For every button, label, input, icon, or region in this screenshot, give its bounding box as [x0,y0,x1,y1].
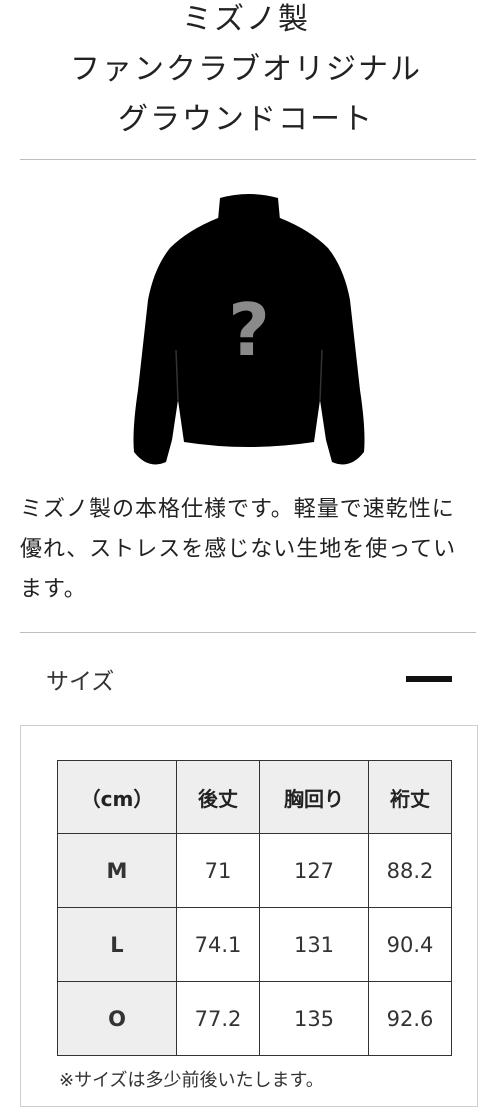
divider-middle [20,632,476,633]
table-cell: 90.4 [368,907,452,982]
table-header-row: （cm） 後丈 胸回り 裄丈 [57,760,452,834]
question-mark-icon: ? [228,288,270,372]
table-row: L 74.1 131 90.4 [57,907,452,982]
table-row: O 77.2 135 92.6 [57,981,452,1056]
row-size-l: L [57,907,177,982]
size-table-panel: （cm） 後丈 胸回り 裄丈 M 71 127 88.2 L 74.1 131 … [20,725,478,1107]
size-section-label: サイズ [46,669,115,695]
size-accordion-header[interactable]: サイズ [20,650,476,710]
table-cell: 135 [259,981,369,1056]
size-note: ※サイズは多少前後いたします。 [59,1070,324,1091]
row-size-o: O [57,981,177,1056]
header-length: 後丈 [176,760,260,834]
table-cell: 71 [176,833,260,908]
title-line-1: ミズノ製 [182,2,310,37]
table-cell: 131 [259,907,369,982]
row-size-m: M [57,833,177,908]
divider-top [20,159,476,160]
product-image: ? [128,190,370,475]
size-table: （cm） 後丈 胸回り 裄丈 M 71 127 88.2 L 74.1 131 … [57,760,452,1056]
minus-icon[interactable] [406,676,452,682]
header-unit: （cm） [57,760,177,834]
jacket-silhouette-icon: ? [133,194,365,465]
header-chest: 胸回り [259,760,369,834]
title-line-3: グラウンドコート [118,102,374,137]
product-description: ミズノ製の本格仕様です。軽量で速乾性に優れ、ストレスを感じない生地を使っています… [20,497,457,602]
header-sleeve: 裄丈 [368,760,452,834]
table-row: M 71 127 88.2 [57,833,452,908]
table-cell: 127 [259,833,369,908]
table-cell: 74.1 [176,907,260,982]
table-cell: 88.2 [368,833,452,908]
title-line-2: ファンクラブオリジナル [70,52,422,87]
table-cell: 92.6 [368,981,452,1056]
table-cell: 77.2 [176,981,260,1056]
